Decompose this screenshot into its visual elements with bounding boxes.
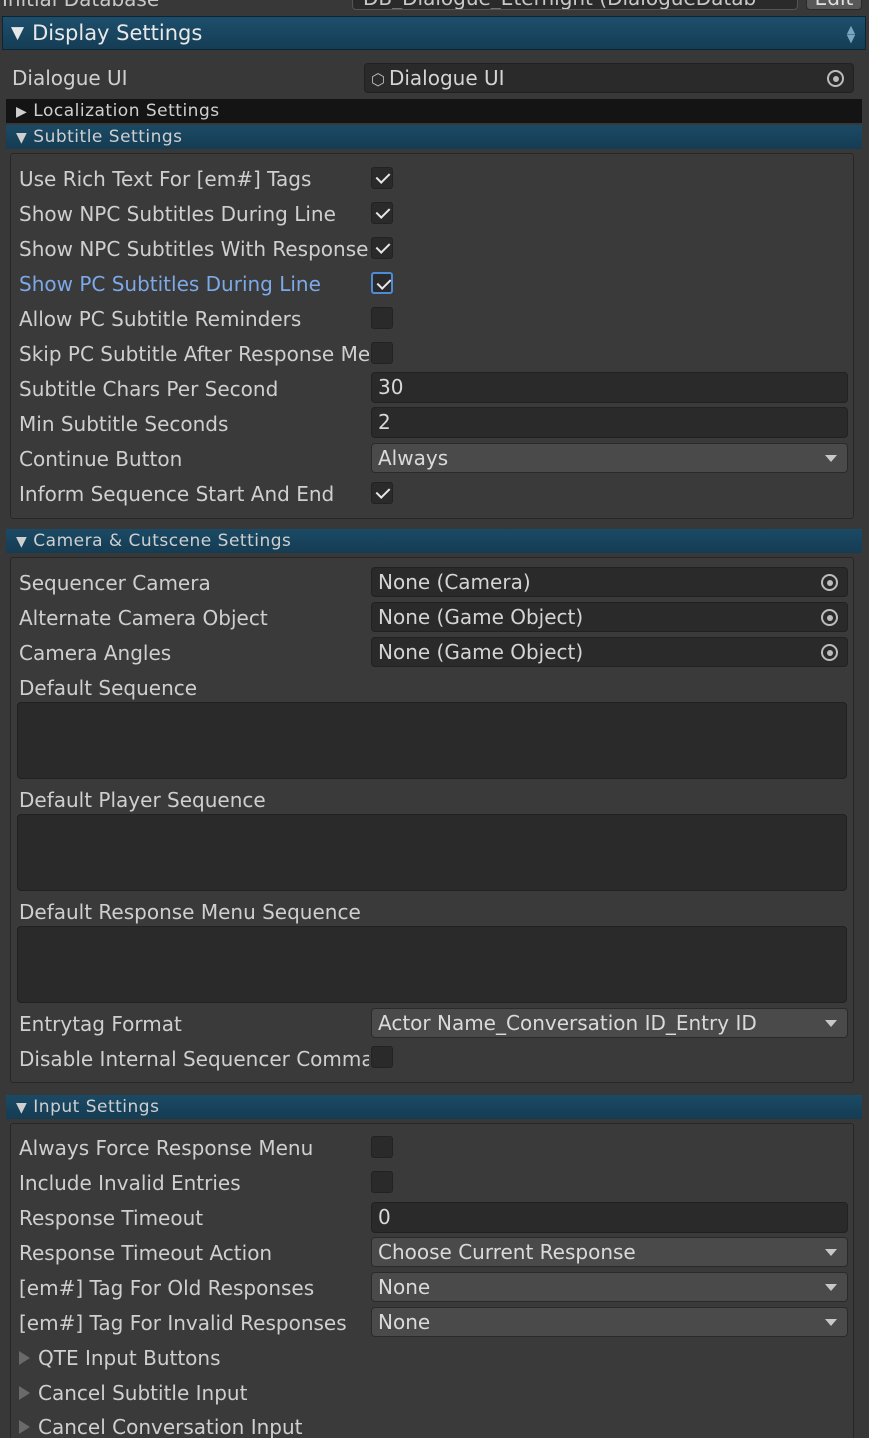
object-picker-icon[interactable]	[821, 574, 838, 591]
timeout-action-dropdown[interactable]: Choose Current Response	[371, 1237, 848, 1267]
default-sequence-textarea[interactable]	[17, 702, 847, 779]
cancel-subtitle-label: Cancel Subtitle Input	[38, 1381, 248, 1405]
inform-sequence-checkbox[interactable]	[371, 482, 393, 504]
camera-settings-header[interactable]: ▼ Camera & Cutscene Settings	[6, 529, 862, 553]
disable-internal-checkbox[interactable]	[371, 1046, 393, 1068]
min-subtitle-seconds-input[interactable]: 2	[371, 407, 848, 438]
subtitle-settings-title: Subtitle Settings	[33, 127, 183, 147]
display-settings-title: Display Settings	[32, 21, 203, 45]
display-settings-header[interactable]: ▼ Display Settings ▲ ▼	[2, 16, 866, 50]
dropdown-arrow-icon	[825, 1319, 837, 1326]
disable-internal-label: Disable Internal Sequencer Commands	[19, 1047, 369, 1071]
default-response-menu-sequence-textarea[interactable]	[17, 926, 847, 1003]
timeout-action-label: Response Timeout Action	[19, 1241, 273, 1265]
default-response-menu-sequence-label: Default Response Menu Sequence	[19, 900, 361, 924]
foldout-closed-icon	[19, 1419, 30, 1434]
localization-settings-title: Localization Settings	[33, 101, 220, 121]
chars-per-second-input[interactable]: 30	[371, 372, 848, 403]
inform-sequence-label: Inform Sequence Start And End	[19, 482, 335, 506]
sequencer-camera-field[interactable]: None (Camera)	[371, 567, 848, 597]
default-sequence-label: Default Sequence	[19, 676, 198, 700]
qte-buttons-foldout[interactable]: QTE Input Buttons	[19, 1343, 221, 1373]
foldout-open-icon: ▼	[16, 1100, 28, 1116]
tag-invalid-dropdown[interactable]: None	[371, 1307, 848, 1337]
sort-arrows-icon[interactable]: ▲ ▼	[845, 24, 857, 44]
initial-database-row: Initial Database DB_Dialogue_Eternight (…	[0, 0, 869, 14]
chars-per-second-label: Subtitle Chars Per Second	[19, 377, 279, 401]
foldout-closed-icon	[19, 1385, 30, 1400]
alternate-camera-value: None (Game Object)	[378, 605, 584, 629]
foldout-closed-icon	[19, 1350, 30, 1365]
tag-invalid-label: [em#] Tag For Invalid Responses	[19, 1311, 347, 1335]
include-invalid-checkbox[interactable]	[371, 1171, 393, 1193]
object-picker-icon[interactable]	[821, 609, 838, 626]
dropdown-arrow-icon	[825, 1284, 837, 1291]
foldout-open-icon: ▼	[16, 534, 28, 550]
dropdown-arrow-icon	[825, 455, 837, 462]
foldout-open-icon: ▼	[16, 130, 28, 146]
entrytag-format-label: Entrytag Format	[19, 1012, 182, 1036]
continue-button-label: Continue Button	[19, 447, 183, 471]
allow-pc-reminders-checkbox[interactable]	[371, 307, 393, 329]
camera-angles-label: Camera Angles	[19, 641, 172, 665]
qte-buttons-label: QTE Input Buttons	[38, 1346, 221, 1370]
initial-database-field[interactable]: DB_Dialogue_Eternight (DialogueDatab	[352, 0, 798, 10]
cancel-conversation-foldout[interactable]: Cancel Conversation Input	[19, 1412, 302, 1438]
prefab-cube-icon: ⬡	[371, 70, 385, 89]
tag-old-dropdown[interactable]: None	[371, 1272, 848, 1302]
show-pc-during-checkbox[interactable]	[371, 272, 393, 294]
allow-pc-reminders-label: Allow PC Subtitle Reminders	[19, 307, 302, 331]
always-force-menu-checkbox[interactable]	[371, 1136, 393, 1158]
include-invalid-label: Include Invalid Entries	[19, 1171, 241, 1195]
continue-button-dropdown[interactable]: Always	[371, 443, 848, 473]
use-rich-text-checkbox[interactable]	[371, 167, 393, 189]
sequencer-camera-label: Sequencer Camera	[19, 571, 211, 595]
initial-database-label: Initial Database	[2, 0, 159, 11]
use-rich-text-label: Use Rich Text For [em#] Tags	[19, 167, 312, 191]
default-player-sequence-textarea[interactable]	[17, 814, 847, 891]
default-player-sequence-label: Default Player Sequence	[19, 788, 266, 812]
sequencer-camera-value: None (Camera)	[378, 570, 531, 594]
show-npc-with-responses-checkbox[interactable]	[371, 237, 393, 259]
camera-angles-value: None (Game Object)	[378, 640, 584, 664]
alternate-camera-label: Alternate Camera Object	[19, 606, 268, 630]
dialogue-ui-field[interactable]: ⬡ Dialogue UI	[364, 63, 854, 93]
dialogue-ui-value: Dialogue UI	[388, 66, 505, 90]
show-npc-during-checkbox[interactable]	[371, 202, 393, 224]
cancel-subtitle-foldout[interactable]: Cancel Subtitle Input	[19, 1378, 247, 1408]
show-npc-during-label: Show NPC Subtitles During Line	[19, 202, 336, 226]
camera-angles-field[interactable]: None (Game Object)	[371, 637, 848, 667]
object-picker-icon[interactable]	[821, 644, 838, 661]
tag-old-label: [em#] Tag For Old Responses	[19, 1276, 315, 1300]
input-settings-header[interactable]: ▼ Input Settings	[6, 1095, 862, 1119]
subtitle-settings-header[interactable]: ▼ Subtitle Settings	[6, 125, 862, 149]
dropdown-arrow-icon	[825, 1020, 837, 1027]
foldout-closed-icon: ▶	[16, 104, 28, 120]
input-settings-title: Input Settings	[33, 1097, 160, 1117]
response-timeout-input[interactable]: 0	[371, 1202, 848, 1233]
edit-button[interactable]: Edit	[806, 0, 862, 10]
object-picker-icon[interactable]	[827, 70, 844, 87]
cancel-conversation-label: Cancel Conversation Input	[38, 1415, 303, 1438]
timeout-action-value: Choose Current Response	[378, 1240, 636, 1264]
skip-pc-after-menu-label: Skip PC Subtitle After Response Menu	[19, 342, 369, 366]
response-timeout-label: Response Timeout	[19, 1206, 204, 1230]
tag-invalid-value: None	[378, 1310, 431, 1334]
camera-settings-title: Camera & Cutscene Settings	[33, 531, 292, 551]
continue-button-value: Always	[378, 446, 449, 470]
entrytag-format-value: Actor Name_Conversation ID_Entry ID	[378, 1011, 757, 1035]
min-subtitle-seconds-label: Min Subtitle Seconds	[19, 412, 229, 436]
entrytag-format-dropdown[interactable]: Actor Name_Conversation ID_Entry ID	[371, 1008, 848, 1038]
always-force-menu-label: Always Force Response Menu	[19, 1136, 314, 1160]
skip-pc-after-menu-checkbox[interactable]	[371, 342, 393, 364]
show-pc-during-label: Show PC Subtitles During Line	[19, 272, 321, 296]
show-npc-with-responses-label: Show NPC Subtitles With Responses	[19, 237, 369, 261]
localization-settings-header[interactable]: ▶ Localization Settings	[6, 99, 862, 123]
tag-old-value: None	[378, 1275, 431, 1299]
dialogue-ui-label: Dialogue UI	[12, 66, 128, 90]
alternate-camera-field[interactable]: None (Game Object)	[371, 602, 848, 632]
foldout-open-icon: ▼	[11, 23, 25, 43]
dropdown-arrow-icon	[825, 1249, 837, 1256]
